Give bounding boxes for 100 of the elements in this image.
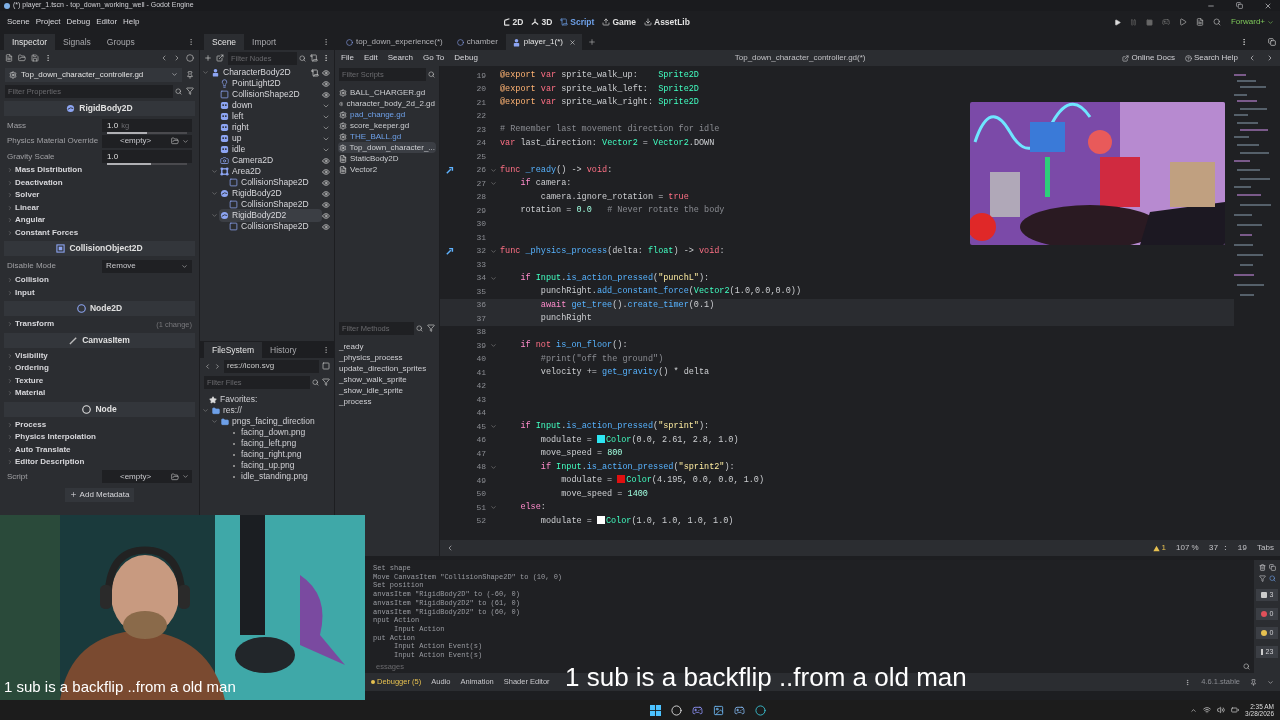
property-group[interactable]: Solver: [15, 189, 192, 202]
tree-node[interactable]: RigidBody2D: [219, 187, 322, 200]
code-line[interactable]: 31: [440, 231, 1234, 245]
chevron-icon[interactable]: [211, 212, 218, 219]
online-docs-link[interactable]: Online Docs: [1122, 52, 1175, 64]
property-group[interactable]: Deactivation: [15, 176, 192, 189]
property-group[interactable]: Ordering: [15, 362, 192, 375]
more-icon[interactable]: [322, 38, 330, 46]
arrow-icon[interactable]: [446, 166, 454, 175]
workspace-button[interactable]: AssetLib: [644, 15, 690, 29]
eye-icon[interactable]: [322, 90, 330, 99]
document-tab[interactable]: top_down_experience(*): [340, 34, 449, 50]
eye-icon[interactable]: [322, 200, 330, 209]
chevron-icon[interactable]: [446, 544, 454, 552]
property-group[interactable]: Texture: [15, 374, 192, 387]
scroll-icon[interactable]: [310, 54, 318, 62]
fold-icon[interactable]: [489, 463, 497, 471]
code-line[interactable]: 32 func _physics_process(delta: float) -> void:: [440, 244, 1234, 258]
zoom-level[interactable]: 107 %: [1176, 542, 1199, 554]
gamepad-icon[interactable]: [692, 704, 704, 716]
indent-mode[interactable]: Tabs: [1257, 542, 1274, 554]
code-line[interactable]: 38: [440, 325, 1234, 339]
dock-tab[interactable]: Inspector: [4, 34, 55, 50]
circle-icon[interactable]: [186, 54, 194, 62]
tree-node[interactable]: CollisionShape2D: [228, 176, 322, 189]
fold-icon[interactable]: [489, 342, 497, 350]
copy-icon[interactable]: [1268, 564, 1276, 571]
eye-icon[interactable]: [322, 178, 330, 187]
battery-icon[interactable]: [1231, 706, 1240, 714]
folder-icon[interactable]: [18, 54, 26, 62]
dock-tab[interactable]: History: [262, 342, 305, 358]
tree-node[interactable]: left: [219, 110, 322, 123]
code-line[interactable]: 39 if not is_on_floor():: [440, 339, 1234, 353]
menu-item[interactable]: File: [341, 52, 354, 64]
chevron-icon[interactable]: [211, 418, 218, 425]
tree-node[interactable]: down: [219, 99, 322, 112]
more-icon[interactable]: [187, 38, 195, 46]
search-icon[interactable]: [1268, 575, 1276, 582]
menu-item[interactable]: Search: [387, 52, 414, 64]
search-icon[interactable]: [1213, 18, 1221, 26]
pin-icon[interactable]: [186, 70, 194, 79]
script-item[interactable]: Vector2: [338, 164, 436, 175]
fold-icon[interactable]: [489, 504, 497, 512]
property-group[interactable]: Angular: [15, 214, 192, 227]
grid-icon[interactable]: [650, 704, 662, 716]
back-icon[interactable]: [204, 362, 211, 370]
method-item[interactable]: _show_walk_sprite: [339, 374, 435, 385]
menu-item[interactable]: Debug: [63, 16, 94, 28]
warning-count[interactable]: 1: [1152, 542, 1166, 554]
tree-node[interactable]: CollisionShape2D: [219, 88, 322, 101]
script-item[interactable]: pad_change.gd: [338, 109, 436, 120]
link-icon[interactable]: [216, 54, 224, 62]
add-metadata-button[interactable]: Add Metadata: [64, 487, 135, 502]
fold-icon[interactable]: [489, 423, 497, 431]
volume-icon[interactable]: [1217, 706, 1226, 714]
section-header[interactable]: Node2D: [4, 301, 195, 316]
resource-picker[interactable]: <empty>: [102, 134, 192, 148]
asset-item[interactable]: facing_right.png: [241, 448, 302, 461]
dock-tab[interactable]: Groups: [98, 34, 143, 50]
code-line[interactable]: 51 else:: [440, 501, 1234, 515]
tree-node[interactable]: right: [219, 121, 322, 134]
color-swatch[interactable]: [617, 475, 626, 484]
code-line[interactable]: 43: [440, 393, 1234, 407]
code-line[interactable]: 27 if camera:: [440, 177, 1234, 191]
square-icon[interactable]: [322, 362, 330, 370]
document-icon[interactable]: [5, 54, 13, 62]
chevron-icon[interactable]: [1267, 678, 1274, 686]
code-line[interactable]: 20 @export var sprite_walk_left: Sprite2D: [440, 82, 1234, 96]
plus-icon[interactable]: [204, 54, 212, 62]
code-line[interactable]: 25: [440, 150, 1234, 164]
chevron-icon[interactable]: [202, 69, 209, 76]
code-line[interactable]: 30: [440, 217, 1234, 231]
gamepad-icon[interactable]: [1162, 18, 1170, 26]
code-line[interactable]: 22: [440, 109, 1234, 123]
code-line[interactable]: 23 # Remember last movement direction for idle: [440, 123, 1234, 137]
menu-item[interactable]: Debug: [454, 52, 478, 64]
search-help-link[interactable]: Search Help: [1184, 52, 1238, 64]
script-item[interactable]: THE_BALL.gd: [338, 131, 436, 142]
asset-item[interactable]: idle_standing.png: [241, 470, 308, 483]
number-field[interactable]: 1.0: [102, 150, 192, 163]
workspace-button[interactable]: 2D: [502, 15, 524, 29]
filter-icon[interactable]: [322, 378, 330, 386]
close-icon[interactable]: [569, 38, 576, 46]
code-line[interactable]: 19 @export var sprite_walk_up: Sprite2D: [440, 69, 1234, 83]
property-group[interactable]: Linear: [15, 201, 192, 214]
property-group[interactable]: Collision: [15, 274, 192, 287]
chevron-icon[interactable]: [1190, 706, 1198, 714]
circle-icon[interactable]: [671, 704, 683, 716]
more-icon[interactable]: [322, 54, 330, 62]
method-item[interactable]: update_direction_sprites: [339, 363, 435, 374]
method-item[interactable]: _ready: [339, 341, 435, 352]
chevron-icon[interactable]: [211, 168, 218, 175]
code-line[interactable]: 45 if Input.is_action_pressed("sprint"):: [440, 420, 1234, 434]
code-line[interactable]: 28 camera.ignore_rotation = true: [440, 190, 1234, 204]
code-line[interactable]: 29 rotation = 0.0 # Never rotate the body: [440, 204, 1234, 218]
renderer-dropdown[interactable]: Forward+: [1231, 16, 1274, 28]
eye-icon[interactable]: [322, 156, 330, 165]
scroll-icon[interactable]: [311, 68, 319, 77]
property-group[interactable]: Transform: [15, 318, 155, 331]
tree-node[interactable]: PointLight2D: [219, 77, 322, 90]
